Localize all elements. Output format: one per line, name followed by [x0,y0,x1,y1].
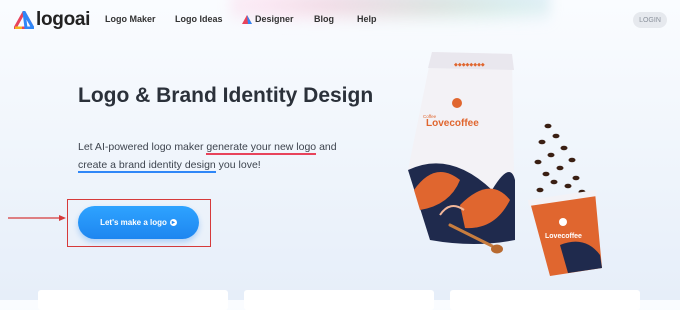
designer-brush-icon [242,14,252,24]
logo-triangle-icon [14,11,34,29]
subtitle-text-pre: Let AI-powered logo maker [78,141,207,153]
annotation-arrow-icon [8,215,66,221]
top-nav: logoai Logo Maker Logo Ideas Designer Bl… [0,0,680,40]
feature-card-1 [38,290,228,310]
logo[interactable]: logoai [14,9,90,31]
nav-logo-ideas[interactable]: Logo Ideas [175,14,223,24]
highlight-brand-identity: create a brand identity design [78,159,216,173]
coffee-product-illustration: ◆◆◆◆◆◆◆◆ Coffee Lovecoffee Lovecoffee [408,52,602,276]
feature-card-3 [450,290,640,310]
make-logo-button[interactable]: Let's make a logo ▸ [78,206,199,239]
coffee-beans-image [534,123,586,195]
nav-logo-maker[interactable]: Logo Maker [105,14,156,24]
highlight-generate-logo: generate your new logo [206,141,317,155]
nav-blog[interactable]: Blog [314,14,334,24]
make-logo-button-label: Let's make a logo [100,218,167,227]
arrow-circle-right-icon: ▸ [169,219,177,226]
logo-text: logoai [36,9,91,30]
nav-help[interactable]: Help [357,14,377,24]
hero-title: Logo & Brand Identity Design [78,84,374,107]
coffee-bag-image: ◆◆◆◆◆◆◆◆ Coffee Lovecoffee [408,52,515,244]
nav-designer-label: Designer [255,14,294,24]
subtitle-text-post: you love! [215,159,261,171]
feature-card-2 [244,290,434,310]
hero-subtitle: Let AI-powered logo maker generate your … [78,138,378,174]
subtitle-text-mid: and [316,141,337,153]
nav-designer[interactable]: Designer [242,14,294,24]
cup-brand: Lovecoffee [545,233,582,240]
bag-brand: Lovecoffee [426,118,479,129]
svg-text:◆◆◆◆◆◆◆◆: ◆◆◆◆◆◆◆◆ [454,62,485,68]
login-button[interactable]: LOGIN [633,12,667,28]
coffee-cup-image: Lovecoffee [528,190,602,276]
